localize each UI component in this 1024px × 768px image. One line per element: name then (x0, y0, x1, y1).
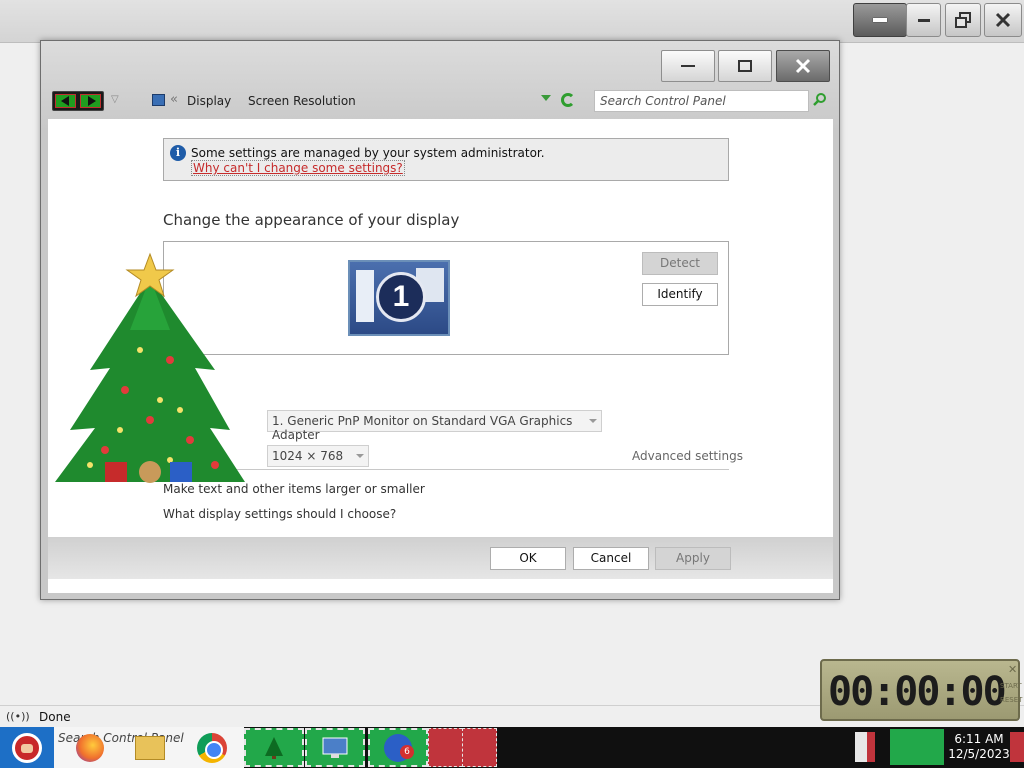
stopwatch-display: 00:00:00 (828, 669, 1007, 715)
chevron-down-icon (589, 419, 597, 423)
tray-date: 12/5/2023 (948, 747, 1010, 761)
info-icon: i (170, 145, 186, 161)
stopwatch-widget[interactable]: 00:00:00 ✕ START RESET (820, 659, 1022, 721)
santa-start-icon (12, 732, 42, 763)
host-close-button[interactable] (984, 3, 1022, 37)
search-input[interactable]: Search Control Panel (594, 90, 809, 112)
breadcrumb-display[interactable]: Display (187, 94, 231, 108)
tray-flag[interactable] (855, 732, 875, 762)
minimize-button[interactable] (661, 50, 715, 82)
firefox-icon (76, 733, 104, 762)
close-icon (995, 12, 1011, 28)
display-select[interactable]: 1. Generic PnP Monitor on Standard VGA G… (267, 410, 602, 442)
host-minimize-button-2[interactable] (906, 3, 941, 37)
admin-notice: i Some settings are managed by your syst… (163, 138, 729, 181)
search-icon (813, 93, 826, 106)
close-icon[interactable]: ✕ (1008, 663, 1017, 676)
monitor-number: 1 (376, 272, 426, 322)
breadcrumb-screen-resolution[interactable]: Screen Resolution (248, 94, 356, 108)
notification-badge: 6 (400, 745, 414, 759)
christmas-tree-icon (265, 736, 283, 759)
signal-icon: ((•)) (6, 710, 30, 723)
breadcrumb-separator: « (170, 92, 178, 107)
address-bar: ▽ « Display Screen Resolution Search Con… (49, 89, 833, 115)
cancel-button[interactable]: Cancel (573, 547, 649, 570)
apply-button[interactable]: Apply (655, 547, 731, 570)
chevron-down-icon (356, 454, 364, 458)
host-restore-button[interactable] (945, 3, 981, 37)
identify-button[interactable]: Identify (642, 283, 718, 306)
minimize-icon (681, 65, 695, 67)
ok-button[interactable]: OK (490, 547, 566, 570)
system-tray-icons[interactable] (890, 729, 944, 765)
taskbar-app-red-2[interactable] (462, 728, 497, 767)
back-arrow-icon (60, 96, 69, 106)
reset-label[interactable]: RESET (1000, 693, 1022, 707)
footer-strip (48, 579, 833, 593)
tray-clock[interactable]: 6:11 AM 12/5/2023 (946, 732, 1012, 762)
advanced-settings-link[interactable]: Advanced settings (632, 449, 743, 463)
close-button[interactable] (776, 50, 830, 82)
status-text: Done (39, 710, 71, 724)
display-select-value: 1. Generic PnP Monitor on Standard VGA G… (272, 414, 573, 442)
refresh-icon[interactable] (561, 93, 575, 107)
christmas-tree-icon (55, 252, 245, 483)
recent-pages-dropdown[interactable]: ▽ (111, 94, 119, 105)
close-icon (795, 58, 811, 74)
taskbar-chrome[interactable] (182, 728, 242, 767)
back-button[interactable] (55, 94, 76, 108)
taskbar-control-panel[interactable] (305, 728, 365, 767)
nav-arrows (52, 91, 104, 111)
resolution-select[interactable]: 1024 × 768 (267, 445, 369, 467)
taskbar-mail-app[interactable]: 6 (368, 728, 428, 767)
taskbar-firefox[interactable] (60, 728, 120, 767)
page-title: Change the appearance of your display (163, 211, 460, 229)
stopwatch-controls: START RESET (1000, 679, 1022, 707)
why-cant-change-link[interactable]: Why can't I change some settings? (191, 160, 405, 176)
host-minimize-button[interactable] (853, 3, 907, 37)
chrome-icon (197, 732, 227, 763)
maximize-icon (738, 60, 752, 72)
host-title-bar (0, 0, 1024, 43)
detect-button[interactable]: Detect (642, 252, 718, 275)
notice-text: Some settings are managed by your system… (191, 146, 545, 160)
taskbar-tree-app[interactable] (244, 728, 304, 767)
taskbar-file-explorer[interactable] (120, 728, 180, 767)
forward-arrow-icon (87, 96, 96, 106)
start-label[interactable]: START (1000, 679, 1022, 693)
dialog-footer: OK Cancel Apply (48, 537, 833, 579)
restore-icon (955, 12, 971, 28)
minimize-icon (873, 18, 887, 22)
minimize-icon (917, 18, 930, 22)
show-desktop-button[interactable] (1010, 732, 1024, 762)
start-button[interactable] (0, 727, 54, 768)
monitor-1-tile[interactable]: 1 (348, 260, 450, 336)
monitor-icon (322, 737, 348, 758)
forward-button[interactable] (80, 94, 101, 108)
address-dropdown-icon[interactable] (541, 95, 551, 101)
tray-time: 6:11 AM (954, 732, 1004, 746)
choose-settings-link[interactable]: What display settings should I choose? (163, 507, 396, 521)
maximize-button[interactable] (718, 50, 772, 82)
search-button[interactable] (813, 92, 827, 109)
folder-icon (135, 735, 165, 760)
monitor-icon (152, 94, 165, 106)
taskbar: Search Control Panel 6 6:11 AM 12/5/2023 (0, 727, 1024, 768)
resolution-select-value: 1024 × 768 (272, 449, 344, 463)
monitor-preview-window (356, 270, 374, 322)
